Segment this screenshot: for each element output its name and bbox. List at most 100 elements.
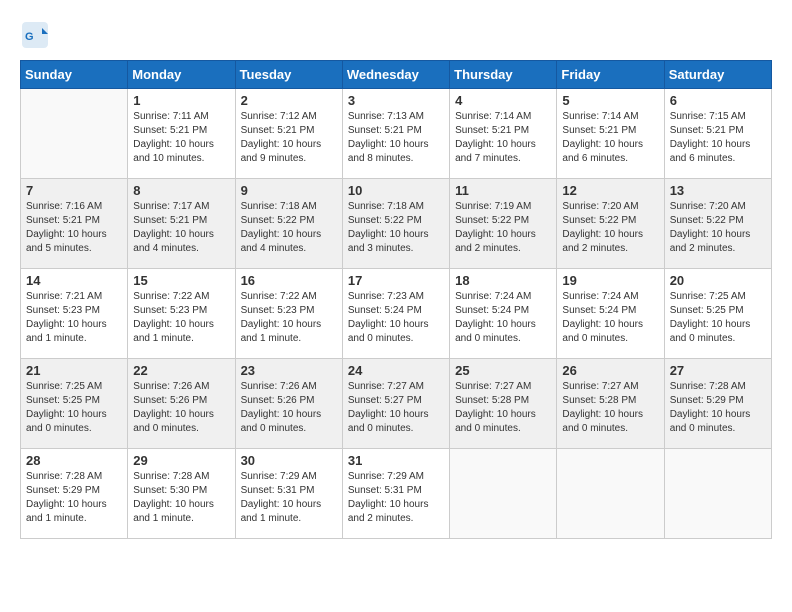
weekday-header-saturday: Saturday bbox=[664, 61, 771, 89]
day-info: Sunrise: 7:25 AMSunset: 5:25 PMDaylight:… bbox=[670, 290, 766, 346]
day-info: Sunrise: 7:19 AMSunset: 5:22 PMDaylight:… bbox=[455, 200, 551, 256]
day-info: Sunrise: 7:14 AMSunset: 5:21 PMDaylight:… bbox=[455, 110, 551, 166]
calendar-day-cell: 31 Sunrise: 7:29 AMSunset: 5:31 PMDayligh… bbox=[342, 449, 449, 539]
calendar-day-cell: 9 Sunrise: 7:18 AMSunset: 5:22 PMDaylight… bbox=[235, 179, 342, 269]
day-info: Sunrise: 7:29 AMSunset: 5:31 PMDaylight:… bbox=[348, 470, 444, 526]
calendar-table: SundayMondayTuesdayWednesdayThursdayFrid… bbox=[20, 60, 772, 539]
day-info: Sunrise: 7:20 AMSunset: 5:22 PMDaylight:… bbox=[670, 200, 766, 256]
weekday-header-tuesday: Tuesday bbox=[235, 61, 342, 89]
day-info: Sunrise: 7:24 AMSunset: 5:24 PMDaylight:… bbox=[455, 290, 551, 346]
weekday-header-row: SundayMondayTuesdayWednesdayThursdayFrid… bbox=[21, 61, 772, 89]
day-number: 5 bbox=[562, 93, 658, 108]
calendar-day-cell: 3 Sunrise: 7:13 AMSunset: 5:21 PMDaylight… bbox=[342, 89, 449, 179]
calendar-day-cell: 25 Sunrise: 7:27 AMSunset: 5:28 PMDayligh… bbox=[450, 359, 557, 449]
day-info: Sunrise: 7:13 AMSunset: 5:21 PMDaylight:… bbox=[348, 110, 444, 166]
day-number: 19 bbox=[562, 273, 658, 288]
calendar-day-cell: 24 Sunrise: 7:27 AMSunset: 5:27 PMDayligh… bbox=[342, 359, 449, 449]
calendar-day-cell: 22 Sunrise: 7:26 AMSunset: 5:26 PMDayligh… bbox=[128, 359, 235, 449]
calendar-day-cell: 8 Sunrise: 7:17 AMSunset: 5:21 PMDaylight… bbox=[128, 179, 235, 269]
day-info: Sunrise: 7:26 AMSunset: 5:26 PMDaylight:… bbox=[133, 380, 229, 436]
calendar-day-cell: 16Sunrise: 7:22 AMSunset: 5:23 PMDayligh… bbox=[235, 269, 342, 359]
calendar-day-cell bbox=[21, 89, 128, 179]
calendar-day-cell: 1 Sunrise: 7:11 AMSunset: 5:21 PMDaylight… bbox=[128, 89, 235, 179]
day-number: 23 bbox=[241, 363, 337, 378]
day-info: Sunrise: 7:17 AMSunset: 5:21 PMDaylight:… bbox=[133, 200, 229, 256]
calendar-day-cell: 10Sunrise: 7:18 AMSunset: 5:22 PMDayligh… bbox=[342, 179, 449, 269]
calendar-day-cell: 21Sunrise: 7:25 AMSunset: 5:25 PMDayligh… bbox=[21, 359, 128, 449]
calendar-day-cell: 4 Sunrise: 7:14 AMSunset: 5:21 PMDaylight… bbox=[450, 89, 557, 179]
calendar-day-cell: 11 Sunrise: 7:19 AMSunset: 5:22 PMDayligh… bbox=[450, 179, 557, 269]
day-info: Sunrise: 7:18 AMSunset: 5:22 PMDaylight:… bbox=[348, 200, 444, 256]
day-info: Sunrise: 7:21 AMSunset: 5:23 PMDaylight:… bbox=[26, 290, 122, 346]
day-info: Sunrise: 7:29 AMSunset: 5:31 PMDaylight:… bbox=[241, 470, 337, 526]
day-info: Sunrise: 7:26 AMSunset: 5:26 PMDaylight:… bbox=[241, 380, 337, 436]
calendar-week-row: 1 Sunrise: 7:11 AMSunset: 5:21 PMDaylight… bbox=[21, 89, 772, 179]
day-number: 9 bbox=[241, 183, 337, 198]
calendar-day-cell bbox=[664, 449, 771, 539]
calendar-day-cell: 23 Sunrise: 7:26 AMSunset: 5:26 PMDayligh… bbox=[235, 359, 342, 449]
day-info: Sunrise: 7:22 AMSunset: 5:23 PMDaylight:… bbox=[133, 290, 229, 346]
calendar-week-row: 21Sunrise: 7:25 AMSunset: 5:25 PMDayligh… bbox=[21, 359, 772, 449]
weekday-header-thursday: Thursday bbox=[450, 61, 557, 89]
logo-icon: G bbox=[20, 20, 50, 50]
day-number: 11 bbox=[455, 183, 551, 198]
day-number: 20 bbox=[670, 273, 766, 288]
calendar-day-cell: 7 Sunrise: 7:16 AMSunset: 5:21 PMDaylight… bbox=[21, 179, 128, 269]
calendar-week-row: 14 Sunrise: 7:21 AMSunset: 5:23 PMDayligh… bbox=[21, 269, 772, 359]
day-info: Sunrise: 7:27 AMSunset: 5:28 PMDaylight:… bbox=[562, 380, 658, 436]
calendar-day-cell: 27 Sunrise: 7:28 AMSunset: 5:29 PMDayligh… bbox=[664, 359, 771, 449]
day-info: Sunrise: 7:28 AMSunset: 5:29 PMDaylight:… bbox=[670, 380, 766, 436]
calendar-day-cell: 26 Sunrise: 7:27 AMSunset: 5:28 PMDayligh… bbox=[557, 359, 664, 449]
day-info: Sunrise: 7:23 AMSunset: 5:24 PMDaylight:… bbox=[348, 290, 444, 346]
day-number: 24 bbox=[348, 363, 444, 378]
day-number: 31 bbox=[348, 453, 444, 468]
day-number: 1 bbox=[133, 93, 229, 108]
day-number: 15 bbox=[133, 273, 229, 288]
calendar-day-cell: 6 Sunrise: 7:15 AMSunset: 5:21 PMDaylight… bbox=[664, 89, 771, 179]
day-number: 12 bbox=[562, 183, 658, 198]
day-info: Sunrise: 7:28 AMSunset: 5:30 PMDaylight:… bbox=[133, 470, 229, 526]
day-number: 13 bbox=[670, 183, 766, 198]
calendar-week-row: 7 Sunrise: 7:16 AMSunset: 5:21 PMDaylight… bbox=[21, 179, 772, 269]
day-number: 25 bbox=[455, 363, 551, 378]
calendar-day-cell: 18 Sunrise: 7:24 AMSunset: 5:24 PMDayligh… bbox=[450, 269, 557, 359]
day-number: 18 bbox=[455, 273, 551, 288]
day-info: Sunrise: 7:18 AMSunset: 5:22 PMDaylight:… bbox=[241, 200, 337, 256]
day-number: 28 bbox=[26, 453, 122, 468]
day-info: Sunrise: 7:27 AMSunset: 5:28 PMDaylight:… bbox=[455, 380, 551, 436]
day-info: Sunrise: 7:27 AMSunset: 5:27 PMDaylight:… bbox=[348, 380, 444, 436]
day-number: 29 bbox=[133, 453, 229, 468]
day-number: 30 bbox=[241, 453, 337, 468]
calendar-day-cell: 28 Sunrise: 7:28 AMSunset: 5:29 PMDayligh… bbox=[21, 449, 128, 539]
day-number: 22 bbox=[133, 363, 229, 378]
day-info: Sunrise: 7:14 AMSunset: 5:21 PMDaylight:… bbox=[562, 110, 658, 166]
day-number: 16 bbox=[241, 273, 337, 288]
day-number: 3 bbox=[348, 93, 444, 108]
weekday-header-sunday: Sunday bbox=[21, 61, 128, 89]
day-number: 27 bbox=[670, 363, 766, 378]
calendar-day-cell bbox=[557, 449, 664, 539]
calendar-day-cell: 14 Sunrise: 7:21 AMSunset: 5:23 PMDayligh… bbox=[21, 269, 128, 359]
day-info: Sunrise: 7:28 AMSunset: 5:29 PMDaylight:… bbox=[26, 470, 122, 526]
day-number: 6 bbox=[670, 93, 766, 108]
day-info: Sunrise: 7:24 AMSunset: 5:24 PMDaylight:… bbox=[562, 290, 658, 346]
logo: G bbox=[20, 20, 54, 50]
page-header: G bbox=[20, 20, 772, 50]
calendar-week-row: 28 Sunrise: 7:28 AMSunset: 5:29 PMDayligh… bbox=[21, 449, 772, 539]
day-number: 2 bbox=[241, 93, 337, 108]
calendar-day-cell bbox=[450, 449, 557, 539]
calendar-day-cell: 30 Sunrise: 7:29 AMSunset: 5:31 PMDayligh… bbox=[235, 449, 342, 539]
weekday-header-monday: Monday bbox=[128, 61, 235, 89]
day-info: Sunrise: 7:12 AMSunset: 5:21 PMDaylight:… bbox=[241, 110, 337, 166]
day-number: 26 bbox=[562, 363, 658, 378]
day-number: 17 bbox=[348, 273, 444, 288]
day-info: Sunrise: 7:20 AMSunset: 5:22 PMDaylight:… bbox=[562, 200, 658, 256]
day-info: Sunrise: 7:11 AMSunset: 5:21 PMDaylight:… bbox=[133, 110, 229, 166]
day-info: Sunrise: 7:15 AMSunset: 5:21 PMDaylight:… bbox=[670, 110, 766, 166]
day-info: Sunrise: 7:16 AMSunset: 5:21 PMDaylight:… bbox=[26, 200, 122, 256]
day-number: 14 bbox=[26, 273, 122, 288]
svg-text:G: G bbox=[25, 31, 34, 43]
day-number: 7 bbox=[26, 183, 122, 198]
day-number: 4 bbox=[455, 93, 551, 108]
day-number: 8 bbox=[133, 183, 229, 198]
